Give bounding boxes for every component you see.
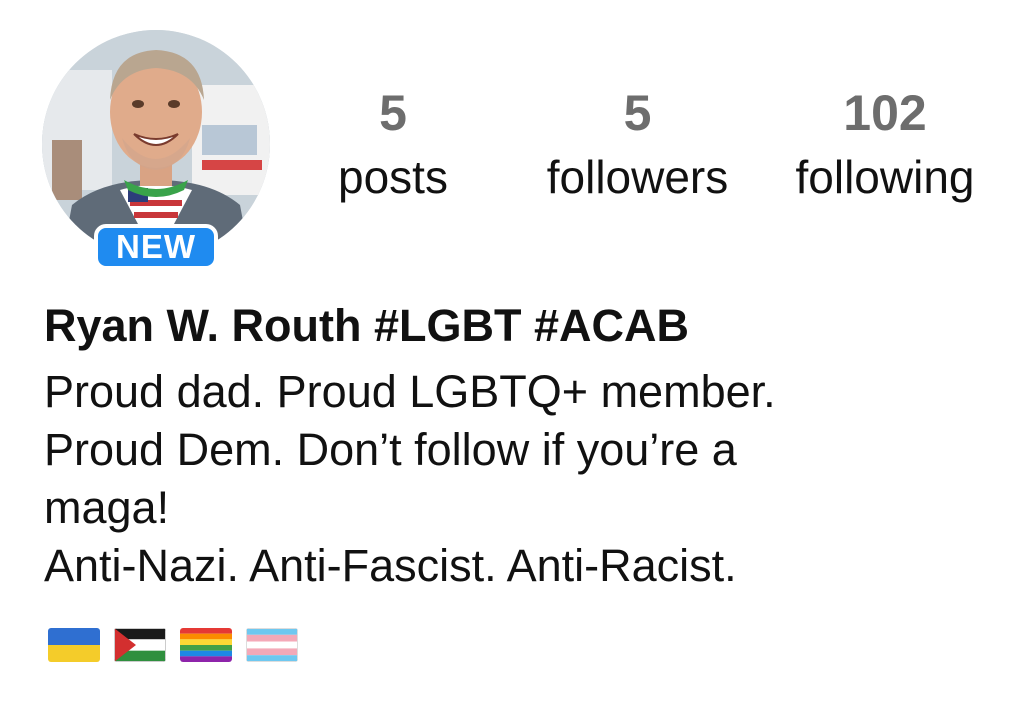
posts-count: 5 (379, 85, 407, 141)
bio-line: Anti-Nazi. Anti-Fascist. Anti-Racist. (44, 540, 737, 591)
followers-label: followers (546, 151, 729, 203)
posts-label: posts (338, 151, 448, 203)
stat-posts[interactable]: 5 posts (323, 86, 463, 204)
rainbow-flag-icon (180, 628, 232, 662)
following-count: 102 (843, 85, 927, 141)
palestine-flag-icon (114, 628, 166, 662)
new-badge: NEW (94, 224, 218, 270)
stat-following[interactable]: 102 following (770, 86, 1000, 204)
bio-line: Proud Dem. Don’t follow if you’re a (44, 424, 737, 475)
profile-name: Ryan W. Routh #LGBT #ACAB (44, 300, 690, 351)
bio-line: maga! (44, 482, 170, 533)
stat-followers[interactable]: 5 followers (525, 86, 750, 204)
transgender-flag-icon (246, 628, 298, 662)
following-label: following (795, 151, 975, 203)
followers-count: 5 (623, 85, 652, 141)
bio: Proud dad. Proud LGBTQ+ member. Proud De… (44, 363, 1004, 595)
avatar-container[interactable]: NEW (42, 30, 272, 276)
bio-line: Proud dad. Proud LGBTQ+ member. (44, 366, 776, 417)
ukraine-flag-icon (48, 628, 100, 662)
